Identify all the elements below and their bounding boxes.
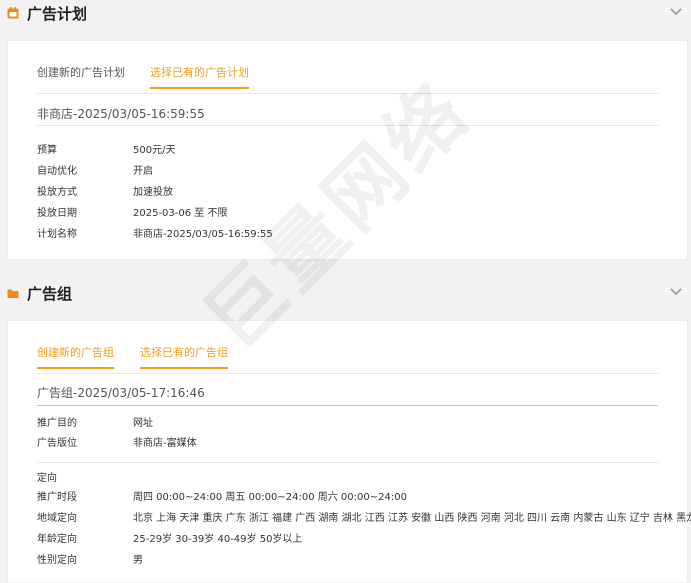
plan-card: 创建新的广告计划 选择已有的广告计划 非商店-2025/03/05-16:59:… xyxy=(7,40,688,260)
field-value: 25-29岁 30-39岁 40-49岁 50岁以上 xyxy=(133,534,303,545)
field-value: 500元/天 xyxy=(133,145,176,156)
field-value: 加速投放 xyxy=(133,187,173,198)
field-value: 周四 00:00~24:00 周五 00:00~24:00 周六 00:00~2… xyxy=(133,492,407,503)
plan-field-row: 投放日期 2025-03-06 至 不限 xyxy=(37,207,227,221)
plan-field-row: 计划名称 非商店-2025/03/05-16:59:55 xyxy=(37,228,273,242)
field-label: 广告版位 xyxy=(37,438,77,449)
field-label: 预算 xyxy=(37,145,57,156)
field-value: 非商店-富媒体 xyxy=(133,438,197,449)
field-value: 非商店-2025/03/05-16:59:55 xyxy=(133,229,273,240)
targeting-row: 年龄定向 25-29岁 30-39岁 40-49岁 50岁以上 xyxy=(37,533,302,547)
field-label: 性别定向 xyxy=(37,555,77,566)
field-value: 北京 上海 天津 重庆 广东 浙江 福建 广西 湖南 湖北 江西 江苏 安徽 山… xyxy=(133,513,691,524)
chevron-down-icon[interactable] xyxy=(669,284,683,298)
field-label: 自动优化 xyxy=(37,166,77,177)
field-value: 网址 xyxy=(133,418,153,429)
targeting-divider xyxy=(37,462,658,463)
targeting-row: 推广时段 周四 00:00~24:00 周五 00:00~24:00 周六 00:… xyxy=(37,491,407,505)
field-label: 推广目的 xyxy=(37,418,77,429)
field-value: 男 xyxy=(133,555,143,566)
plan-field-row: 投放方式 加速投放 xyxy=(37,186,173,200)
tab-select-group[interactable]: 选择已有的广告组 xyxy=(140,343,228,369)
field-label: 年龄定向 xyxy=(37,534,77,545)
plan-tabs: 创建新的广告计划 选择已有的广告计划 xyxy=(37,63,658,94)
field-label: 计划名称 xyxy=(37,229,77,240)
plan-divider xyxy=(37,125,658,126)
field-value: 2025-03-06 至 不限 xyxy=(133,208,228,219)
field-label: 推广时段 xyxy=(37,492,77,503)
tab-select-plan[interactable]: 选择已有的广告计划 xyxy=(150,63,249,89)
field-label: 投放方式 xyxy=(37,187,77,198)
field-value: 开启 xyxy=(133,166,153,177)
folder-icon xyxy=(7,289,19,298)
group-divider xyxy=(37,405,658,406)
group-field-row: 推广目的 网址 xyxy=(37,417,153,431)
group-section-header[interactable]: 广告组 xyxy=(0,280,691,306)
group-section-title: 广告组 xyxy=(27,284,73,303)
plan-section-title: 广告计划 xyxy=(27,4,88,23)
targeting-row: 性别定向 男 xyxy=(37,554,143,568)
plan-field-row: 预算 500元/天 xyxy=(37,144,175,158)
field-label: 投放日期 xyxy=(37,208,77,219)
selected-group-name: 广告组-2025/03/05-17:16:46 xyxy=(37,386,205,400)
tab-create-plan[interactable]: 创建新的广告计划 xyxy=(37,63,125,87)
group-card: 创建新的广告组 选择已有的广告组 广告组-2025/03/05-17:16:46… xyxy=(7,320,691,583)
group-field-row: 广告版位 非商店-富媒体 xyxy=(37,437,197,451)
plan-section-header[interactable]: 广告计划 xyxy=(0,0,691,26)
selected-plan-name: 非商店-2025/03/05-16:59:55 xyxy=(37,107,205,121)
targeting-title: 定向 xyxy=(37,473,57,484)
targeting-row: 地域定向 北京 上海 天津 重庆 广东 浙江 福建 广西 湖南 湖北 江西 江苏 … xyxy=(37,512,691,526)
field-label: 地域定向 xyxy=(37,513,77,524)
group-tabs: 创建新的广告组 选择已有的广告组 xyxy=(37,343,658,374)
chevron-down-icon[interactable] xyxy=(669,4,683,18)
tab-create-group[interactable]: 创建新的广告组 xyxy=(37,343,114,369)
plan-field-row: 自动优化 开启 xyxy=(37,165,153,179)
calendar-icon xyxy=(7,7,19,19)
